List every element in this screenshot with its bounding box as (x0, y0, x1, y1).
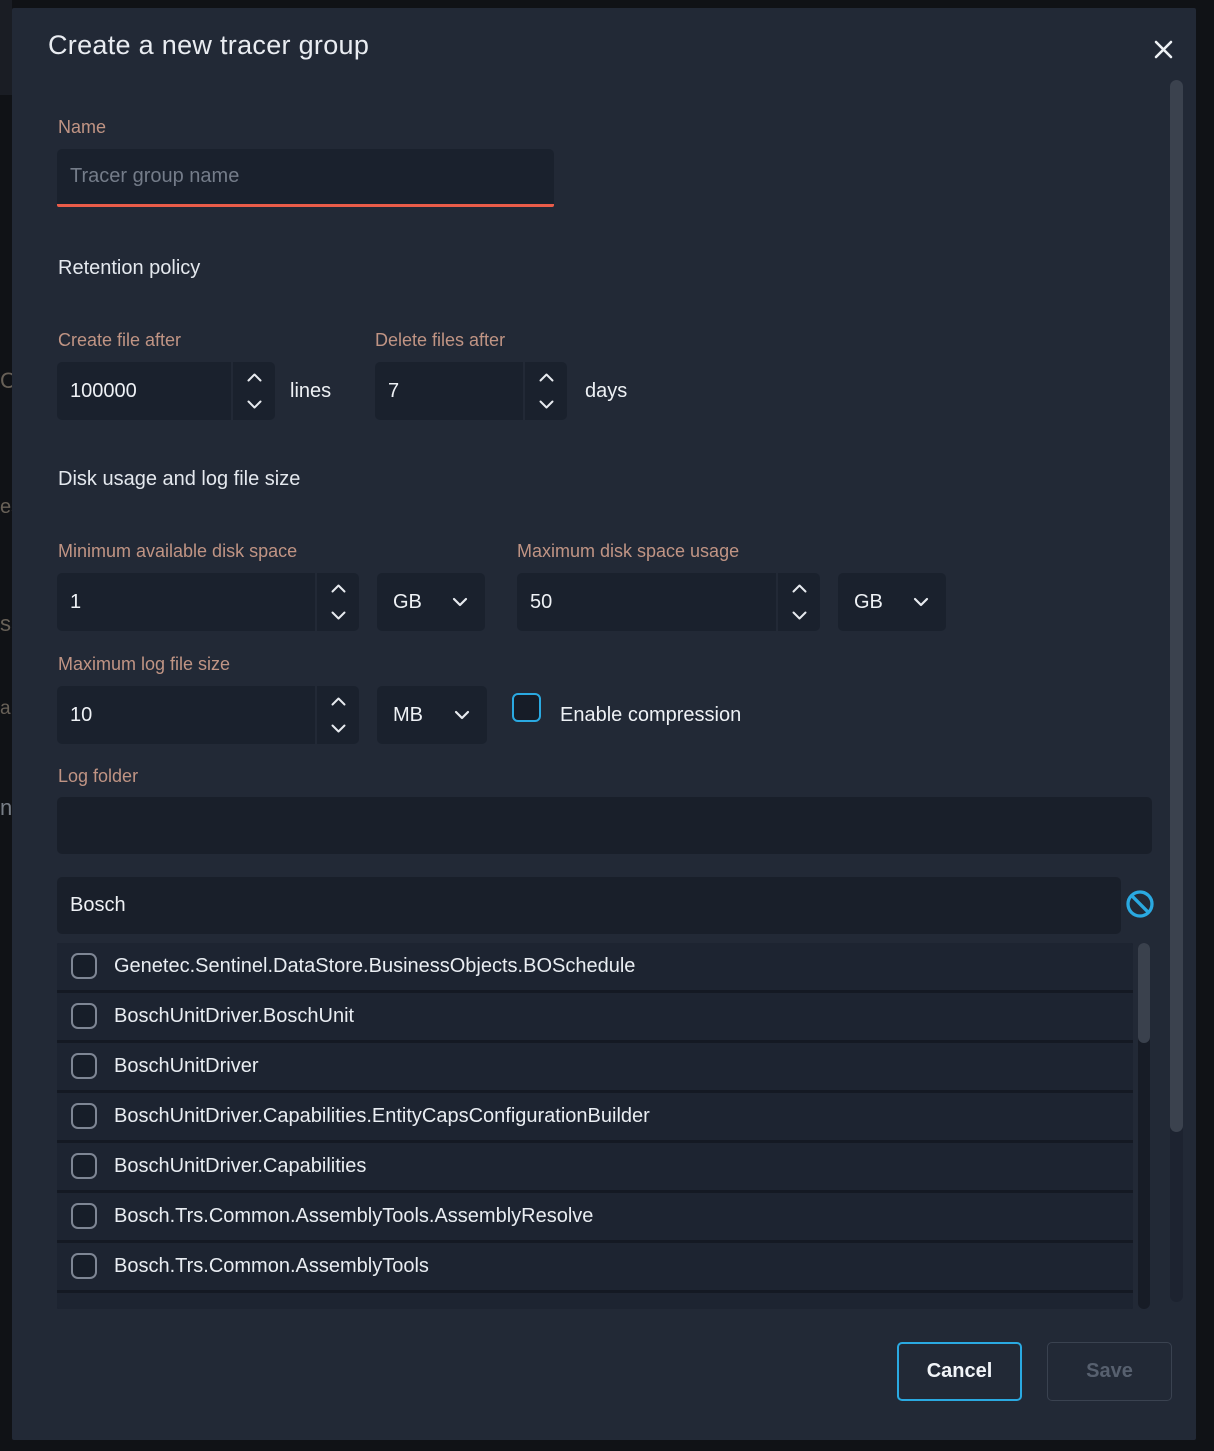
list-item[interactable]: Genetec.Sentinel.DataStore.BusinessObjec… (57, 943, 1133, 990)
background-fragment-block (0, 0, 12, 95)
list-item[interactable]: BoschUnitDriver (57, 1043, 1133, 1090)
max-disk-usage-spinner (778, 573, 820, 631)
delete-files-after-input[interactable] (375, 362, 523, 420)
save-button[interactable]: Save (1047, 1342, 1172, 1401)
spinner-down-button[interactable] (539, 400, 554, 409)
spinner-up-button[interactable] (331, 697, 346, 706)
min-disk-space-input[interactable] (57, 573, 315, 631)
delete-files-after-spinner (525, 362, 567, 420)
ban-icon (1125, 889, 1155, 919)
list-item[interactable]: Bosch.Trs.Common.AssemblyTools.AssemblyR… (57, 1193, 1133, 1240)
x-icon (1152, 38, 1175, 61)
chevron-down-icon (539, 400, 554, 409)
delete-files-after-field (375, 362, 567, 420)
chevron-down-icon (454, 710, 470, 720)
list-item-checkbox[interactable] (71, 1053, 97, 1079)
list-item-label: BoschUnitDriver.Capabilities (114, 1143, 366, 1189)
max-log-size-input[interactable] (57, 686, 315, 744)
list-item-label: Bosch.Trs.Common.AssemblyTools.AssemblyR… (114, 1193, 593, 1239)
max-log-size-field (57, 686, 359, 744)
spinner-up-button[interactable] (247, 373, 262, 382)
max-disk-usage-label: Maximum disk space usage (517, 541, 739, 562)
list-item-checkbox[interactable] (71, 1153, 97, 1179)
create-file-after-input[interactable] (57, 362, 231, 420)
create-file-after-field (57, 362, 275, 420)
delete-files-after-label: Delete files after (375, 330, 505, 351)
max-log-size-label: Maximum log file size (58, 654, 230, 675)
spinner-down-button[interactable] (792, 611, 807, 620)
chevron-down-icon (331, 724, 346, 733)
list-item[interactable]: BoschUnitDriver.Capabilities (57, 1143, 1133, 1190)
list-item-label: BoschUnitDriver.Capabilities.EntityCapsC… (114, 1093, 650, 1139)
compression-checkbox[interactable] (512, 693, 541, 722)
max-disk-usage-input[interactable] (517, 573, 776, 631)
list-item-checkbox[interactable] (71, 1103, 97, 1129)
list-item-checkbox[interactable] (71, 1003, 97, 1029)
create-file-after-label: Create file after (58, 330, 181, 351)
create-file-after-suffix: lines (290, 362, 331, 420)
filter-input[interactable] (57, 877, 1121, 934)
chevron-down-icon (792, 611, 807, 620)
list-item-checkbox[interactable] (71, 953, 97, 979)
min-disk-space-label: Minimum available disk space (58, 541, 297, 562)
log-folder-label: Log folder (58, 766, 138, 787)
unit-value: MB (393, 704, 423, 727)
min-disk-space-spinner (317, 573, 359, 631)
chevron-up-icon (247, 373, 262, 382)
cancel-button[interactable]: Cancel (897, 1342, 1022, 1401)
list-item[interactable]: Bosch.Trs.Common.AssemblyTools (57, 1243, 1133, 1290)
list-item-partial[interactable] (57, 1293, 1133, 1309)
list-scrollbar-track[interactable] (1138, 943, 1150, 1309)
clear-filter-button[interactable] (1125, 889, 1155, 919)
min-disk-unit-select[interactable]: GB (377, 573, 485, 631)
spinner-up-button[interactable] (792, 584, 807, 593)
chevron-down-icon (452, 597, 468, 607)
chevron-down-icon (247, 400, 262, 409)
modal-scrollbar-thumb[interactable] (1170, 80, 1183, 1132)
max-log-unit-select[interactable]: MB (377, 686, 487, 744)
list-scrollbar-thumb[interactable] (1138, 943, 1150, 1043)
chevron-up-icon (539, 373, 554, 382)
modal-scrollbar-track[interactable] (1170, 80, 1183, 1302)
list-item-checkbox[interactable] (71, 1203, 97, 1229)
max-log-size-spinner (317, 686, 359, 744)
spinner-down-button[interactable] (247, 400, 262, 409)
spinner-up-button[interactable] (539, 373, 554, 382)
unit-value: GB (854, 591, 883, 614)
name-label: Name (58, 117, 106, 138)
spinner-up-button[interactable] (331, 584, 346, 593)
list-item-label: BoschUnitDriver.BoschUnit (114, 993, 354, 1039)
log-folder-input[interactable] (57, 797, 1152, 854)
create-tracer-group-dialog: Create a new tracer group Name Retention… (12, 8, 1196, 1440)
list-item-label: Genetec.Sentinel.DataStore.BusinessObjec… (114, 943, 635, 989)
close-button[interactable] (1146, 32, 1180, 66)
list-item[interactable]: BoschUnitDriver.BoschUnit (57, 993, 1133, 1040)
create-file-after-spinner (233, 362, 275, 420)
list-item[interactable]: BoschUnitDriver.Capabilities.EntityCapsC… (57, 1093, 1133, 1140)
chevron-down-icon (913, 597, 929, 607)
chevron-up-icon (331, 697, 346, 706)
max-disk-usage-field (517, 573, 820, 631)
spinner-down-button[interactable] (331, 611, 346, 620)
list-item-checkbox[interactable] (71, 1253, 97, 1279)
unit-value: GB (393, 591, 422, 614)
delete-files-after-suffix: days (585, 362, 627, 420)
compression-label: Enable compression (560, 686, 741, 744)
list-item-label: Bosch.Trs.Common.AssemblyTools (114, 1243, 429, 1289)
retention-heading: Retention policy (58, 257, 200, 280)
max-disk-unit-select[interactable]: GB (838, 573, 946, 631)
min-disk-space-field (57, 573, 359, 631)
tracer-list: Genetec.Sentinel.DataStore.BusinessObjec… (57, 943, 1133, 1309)
list-item-label: BoschUnitDriver (114, 1043, 258, 1089)
chevron-up-icon (331, 584, 346, 593)
chevron-up-icon (792, 584, 807, 593)
name-input[interactable] (57, 149, 554, 207)
dialog-title: Create a new tracer group (48, 30, 369, 61)
chevron-down-icon (331, 611, 346, 620)
disk-usage-heading: Disk usage and log file size (58, 468, 300, 491)
spinner-down-button[interactable] (331, 724, 346, 733)
